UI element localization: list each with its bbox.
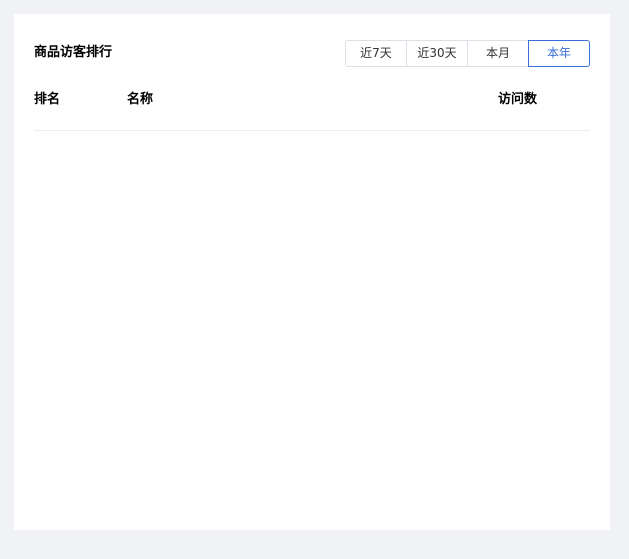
card-header: 商品访客排行 近7天 近30天 本月 本年: [34, 40, 590, 67]
column-header-visits[interactable]: 访问数: [498, 92, 537, 108]
product-visitor-ranking-card: 商品访客排行 近7天 近30天 本月 本年 排名 名称 访问数: [14, 14, 610, 530]
ranking-table-header: 排名 名称 访问数: [34, 92, 590, 131]
range-tab-this-month[interactable]: 本月: [467, 40, 529, 67]
column-header-rank[interactable]: 排名: [34, 92, 60, 108]
date-range-selector: 近7天 近30天 本月 本年: [345, 40, 590, 67]
range-tab-last-7-days[interactable]: 近7天: [345, 40, 407, 67]
range-tab-last-30-days[interactable]: 近30天: [406, 40, 468, 67]
card-title: 商品访客排行: [34, 45, 113, 60]
column-header-name[interactable]: 名称: [127, 92, 153, 108]
range-tab-this-year[interactable]: 本年: [528, 40, 590, 67]
